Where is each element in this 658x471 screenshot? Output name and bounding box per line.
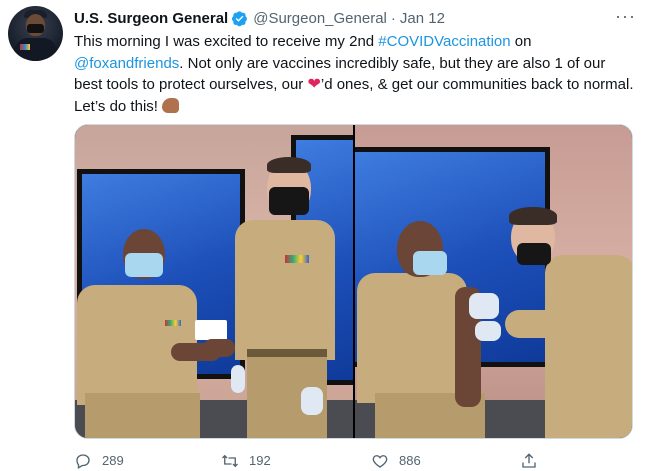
flexed-biceps-emoji — [162, 97, 180, 113]
photo-receiving-injection[interactable] — [355, 125, 632, 438]
tweet-text-part2: on — [510, 33, 532, 50]
author-handle[interactable]: @Surgeon_General — [253, 10, 387, 27]
like-button[interactable]: 886 — [371, 450, 421, 471]
red-heart-emoji: ❤ — [307, 76, 321, 93]
photo-showing-vaccination-card[interactable] — [75, 125, 353, 438]
tweet-header: U.S. Surgeon General @Surgeon_General · … — [74, 8, 445, 28]
hashtag-link[interactable]: #COVIDVaccination — [378, 33, 510, 50]
tweet[interactable]: U.S. Surgeon General @Surgeon_General · … — [0, 0, 658, 471]
share-button[interactable] — [520, 450, 548, 471]
reply-count: 289 — [102, 453, 124, 468]
tweet-actions: 289 192 886 — [74, 450, 634, 471]
mention-link[interactable]: @foxandfriends — [74, 55, 179, 72]
avatar-ribbons — [20, 44, 30, 50]
retweet-button[interactable]: 192 — [221, 450, 271, 471]
tweet-text: This morning I was excited to receive my… — [74, 31, 634, 117]
author-avatar[interactable] — [8, 6, 63, 61]
reply-button[interactable]: 289 — [74, 450, 124, 471]
more-icon[interactable]: ··· — [615, 6, 636, 27]
tweet-text-part1: This morning I was excited to receive my… — [74, 33, 379, 50]
share-icon — [522, 452, 536, 468]
like-count: 886 — [399, 453, 421, 468]
like-icon — [372, 454, 388, 468]
retweet-icon — [222, 454, 238, 467]
verified-badge-icon — [232, 10, 248, 26]
retweet-count: 192 — [249, 453, 271, 468]
tweet-date[interactable]: Jan 12 — [400, 10, 445, 27]
reply-icon — [76, 453, 90, 469]
header-separator: · — [390, 9, 396, 27]
author-name[interactable]: U.S. Surgeon General — [74, 10, 228, 27]
avatar-mask — [27, 24, 44, 33]
tweet-media[interactable] — [74, 124, 633, 439]
